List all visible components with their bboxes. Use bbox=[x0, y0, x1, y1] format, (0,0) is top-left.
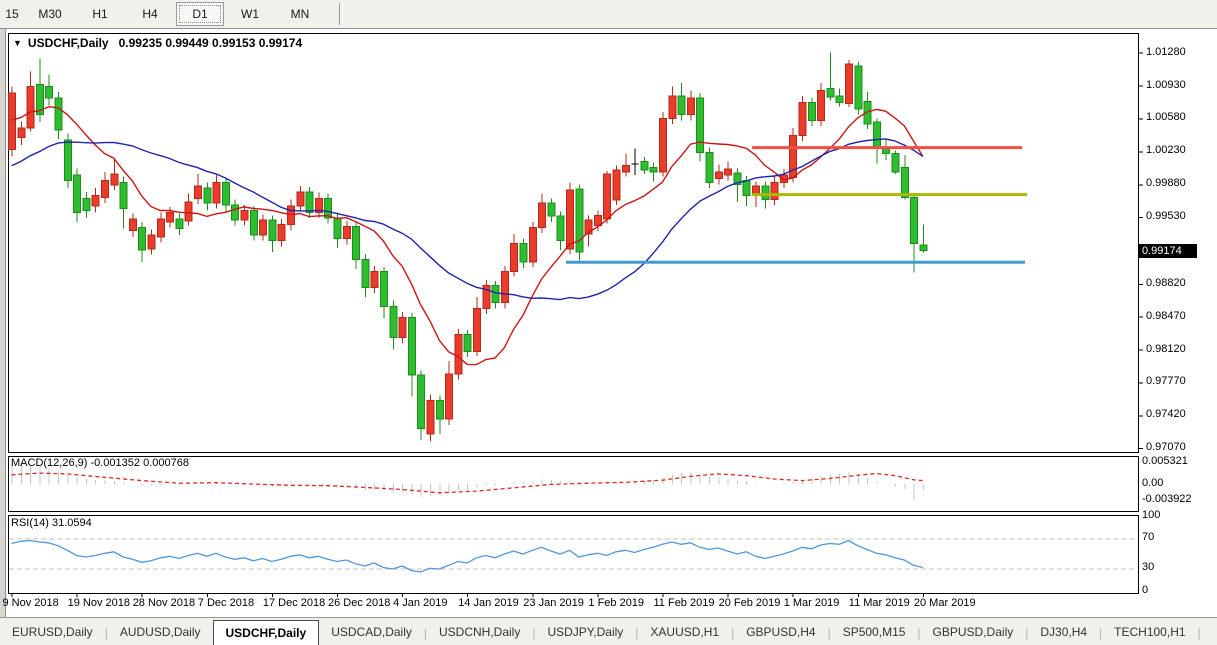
timeframe-button-w1[interactable]: W1 bbox=[226, 2, 274, 26]
chart-window[interactable] bbox=[5, 29, 1217, 617]
timeframe-button-15[interactable]: 15 bbox=[0, 2, 24, 26]
timeframe-button-h1[interactable]: H1 bbox=[76, 2, 124, 26]
timeframe-button-h4[interactable]: H4 bbox=[126, 2, 174, 26]
tab-uk[interactable]: UK bbox=[1201, 622, 1213, 642]
trading-terminal: 15M30H1H4D1W1MN ▼USDCHF,Daily0.99235 0.9… bbox=[0, 0, 1217, 645]
tab-usdchf-daily[interactable]: USDCHF,Daily bbox=[213, 620, 320, 645]
chart-tab-bar: EURUSD,Daily|AUDUSD,DailyUSDCHF,DailyUSD… bbox=[0, 617, 1217, 645]
tab-audusd-daily[interactable]: AUDUSD,Daily bbox=[108, 622, 213, 642]
toolbar-separator bbox=[339, 3, 343, 25]
tab-gbpusd-h4[interactable]: GBPUSD,H4 bbox=[734, 622, 827, 642]
tab-dj30-h4[interactable]: DJ30,H4 bbox=[1028, 622, 1099, 642]
tab-xauusd-h1[interactable]: XAUUSD,H1 bbox=[638, 622, 731, 642]
tab-usdcad-daily[interactable]: USDCAD,Daily bbox=[319, 622, 424, 642]
tab-usdcnh-daily[interactable]: USDCNH,Daily bbox=[427, 622, 532, 642]
tab-eurusd-daily[interactable]: EURUSD,Daily bbox=[0, 622, 105, 642]
tab-usdjpy-daily[interactable]: USDJPY,Daily bbox=[535, 622, 635, 642]
timeframe-toolbar: 15M30H1H4D1W1MN bbox=[0, 0, 1217, 29]
tab-gbpusd-daily[interactable]: GBPUSD,Daily bbox=[921, 622, 1026, 642]
tab-sp500-m15[interactable]: SP500,M15 bbox=[831, 622, 918, 642]
tab-tech100-h1[interactable]: TECH100,H1 bbox=[1102, 622, 1197, 642]
timeframe-button-mn[interactable]: MN bbox=[276, 2, 324, 26]
timeframe-button-m30[interactable]: M30 bbox=[26, 2, 74, 26]
timeframe-button-d1[interactable]: D1 bbox=[176, 2, 224, 26]
